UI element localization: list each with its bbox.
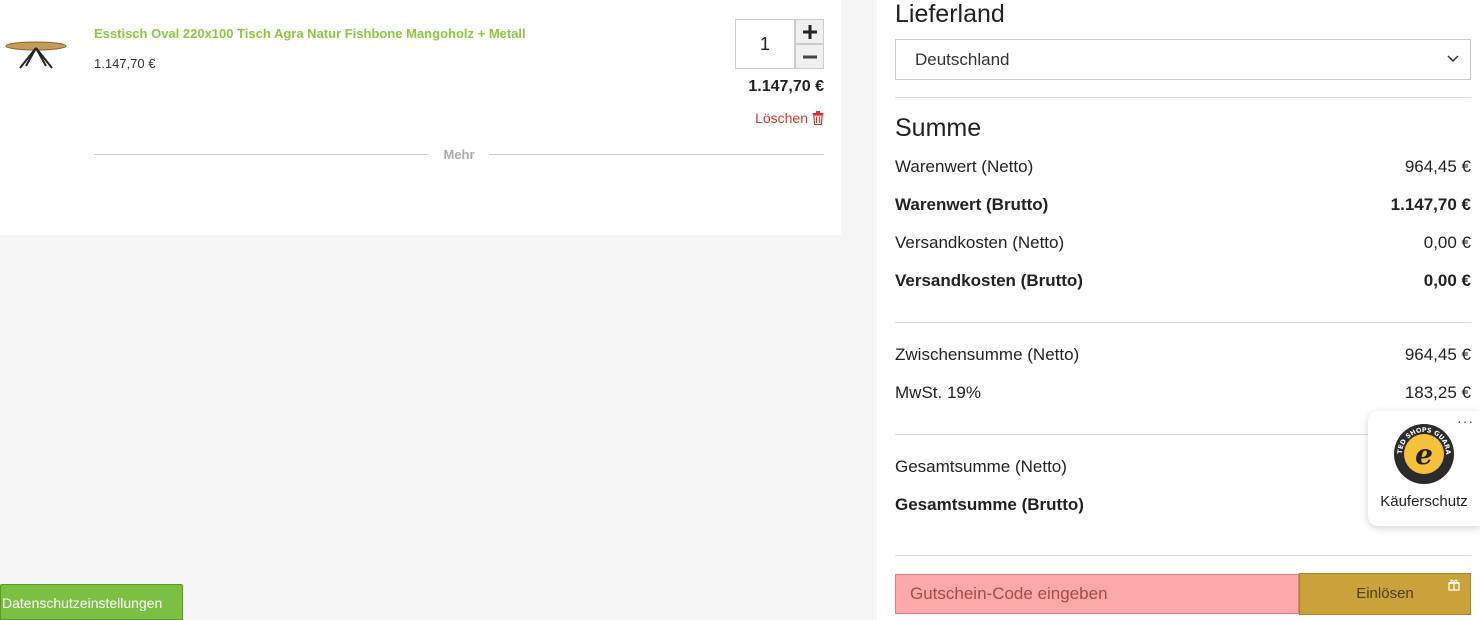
line-total: 1.147,70 €: [748, 78, 824, 95]
privacy-settings-button[interactable]: Datenschutzeinstellungen: [0, 584, 183, 620]
divider: [895, 555, 1471, 556]
summary-row-label: Warenwert (Netto): [895, 157, 1034, 176]
trusted-shops-widget[interactable]: ··· TRUSTED SHOPS GUARANTEE e Käuferschu…: [1368, 411, 1480, 526]
more-divider: Mehr: [94, 147, 824, 163]
redeem-coupon-button[interactable]: Einlösen: [1299, 573, 1471, 615]
minus-icon: [802, 55, 817, 58]
summary-row: Versandkosten (Brutto) 0,00 €: [895, 271, 1471, 291]
delete-label: Löschen: [755, 110, 808, 126]
divider-line-left: [94, 154, 427, 155]
summary-row-value: 964,45 €: [1404, 345, 1471, 364]
coupon-code-input[interactable]: Gutschein-Code eingeben: [895, 574, 1299, 614]
svg-text:e: e: [1415, 438, 1433, 471]
more-toggle[interactable]: Mehr: [434, 147, 484, 162]
country-selected-value: Deutschland: [915, 50, 1010, 69]
table-thumbnail-icon[interactable]: [4, 28, 68, 78]
summary-row-label: Zwischensumme (Netto): [895, 345, 1080, 364]
summary-row-value: 0,00 €: [1423, 271, 1471, 290]
buyer-protection-label: Käuferschutz: [1380, 493, 1468, 510]
quantity-increase-button[interactable]: [795, 19, 824, 44]
summary-row: Warenwert (Netto) 964,45 €: [895, 157, 1471, 177]
divider-line-right: [489, 154, 824, 155]
divider: [895, 322, 1471, 323]
quantity-decrease-button[interactable]: [795, 44, 824, 69]
delete-button[interactable]: Löschen: [755, 110, 824, 126]
order-summary-panel: Lieferland Deutschland Summe Warenwert (…: [877, 0, 1480, 620]
sum-heading: Summe: [895, 114, 982, 142]
country-select[interactable]: Deutschland: [895, 39, 1471, 80]
summary-row-value: 183,25 €: [1404, 383, 1471, 402]
product-title-link[interactable]: Esstisch Oval 220x100 Tisch Agra Natur F…: [94, 26, 526, 41]
summary-row-value: 964,45 €: [1404, 157, 1471, 176]
country-heading: Lieferland: [895, 0, 1005, 28]
quantity-input[interactable]: 1: [735, 19, 795, 69]
redeem-label: Einlösen: [1356, 585, 1414, 602]
coupon-placeholder: Gutschein-Code eingeben: [910, 584, 1108, 603]
chevron-down-icon: [1447, 55, 1459, 63]
summary-row-label: MwSt. 19%: [895, 383, 981, 402]
quantity-value: 1: [759, 34, 770, 54]
cart-item-panel: Esstisch Oval 220x100 Tisch Agra Natur F…: [0, 0, 841, 235]
summary-row-label: Gesamtsumme (Brutto): [895, 495, 1084, 514]
summary-row-label: Versandkosten (Brutto): [895, 271, 1083, 290]
plus-icon: [802, 24, 817, 39]
summary-row-value: 0,00 €: [1423, 233, 1471, 252]
summary-row-value: 1.147,70 €: [1390, 195, 1471, 214]
summary-row: Versandkosten (Netto) 0,00 €: [895, 233, 1471, 253]
unit-price: 1.147,70 €: [94, 56, 156, 71]
divider: [895, 97, 1471, 98]
summary-row-label: Warenwert (Brutto): [895, 195, 1049, 214]
gift-icon: [1448, 579, 1460, 591]
summary-row: Zwischensumme (Netto) 964,45 €: [895, 345, 1471, 365]
summary-row: Warenwert (Brutto) 1.147,70 €: [895, 195, 1471, 215]
summary-row: MwSt. 19% 183,25 €: [895, 383, 1471, 403]
trash-icon: [812, 111, 824, 125]
trusted-shops-seal-icon: TRUSTED SHOPS GUARANTEE e: [1393, 423, 1454, 484]
summary-row-label: Gesamtsumme (Netto): [895, 457, 1067, 476]
summary-row-label: Versandkosten (Netto): [895, 233, 1065, 252]
more-options-icon[interactable]: ···: [1457, 413, 1474, 429]
